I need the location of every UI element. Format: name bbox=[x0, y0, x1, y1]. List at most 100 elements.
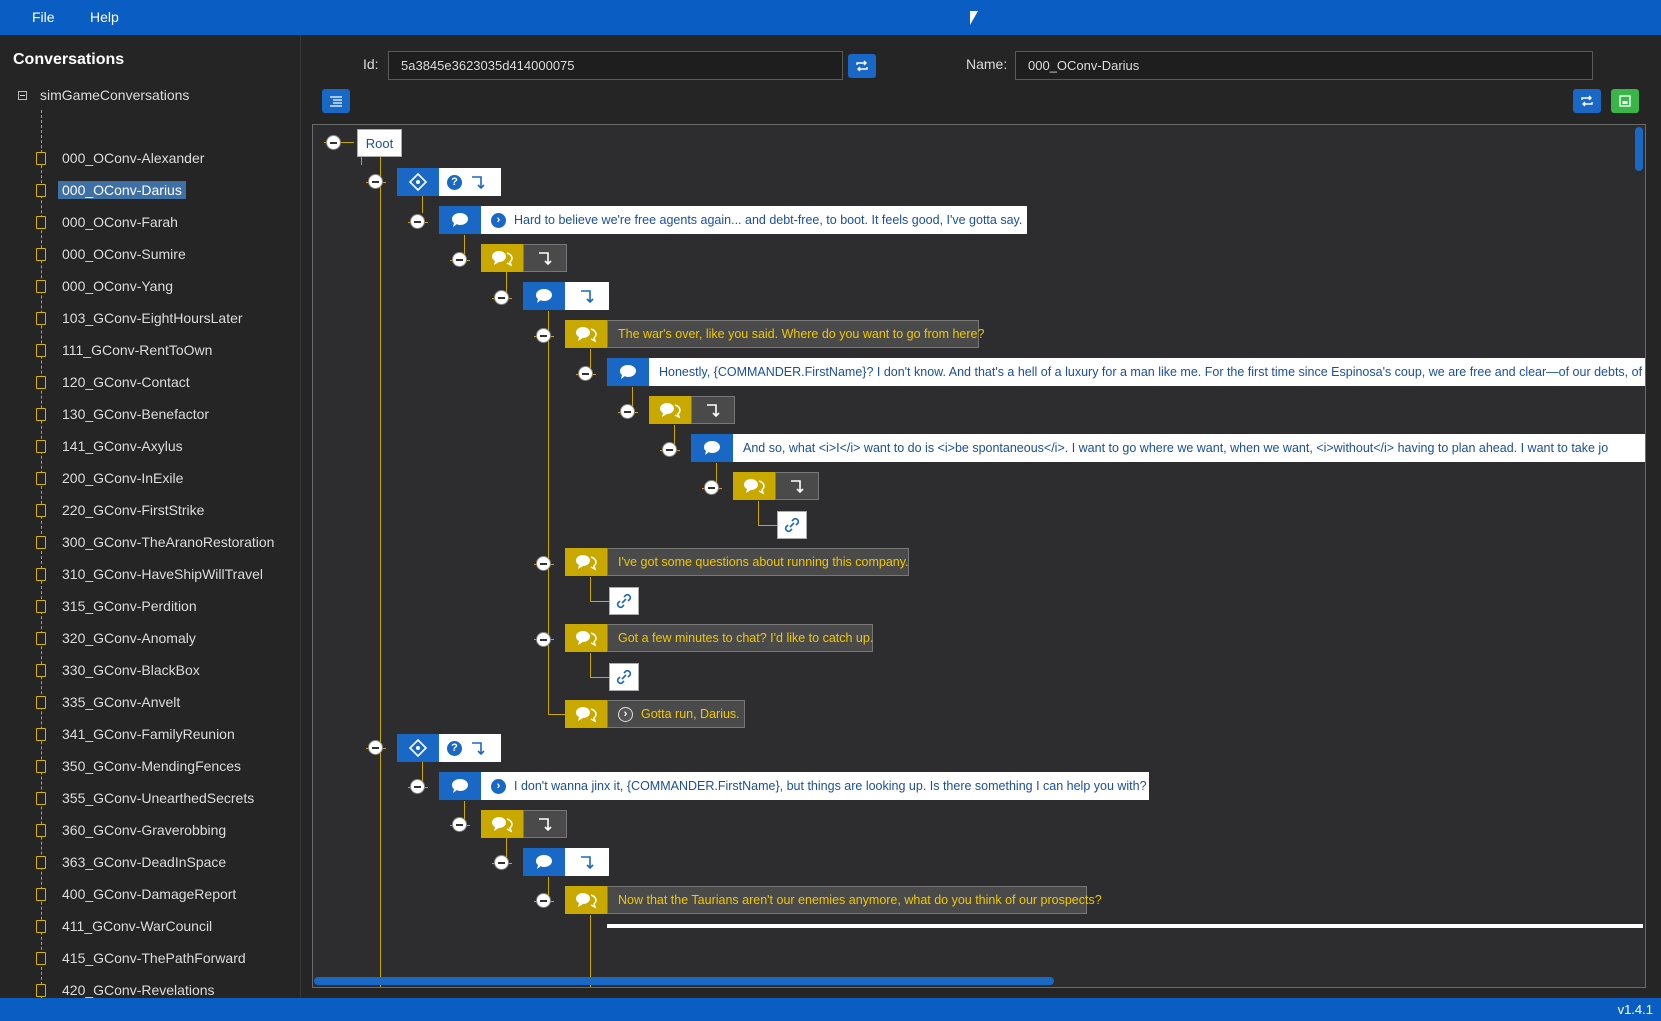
menu-help[interactable]: Help bbox=[90, 9, 119, 25]
sidebar-item-label: 000_OConv-Darius bbox=[58, 181, 186, 199]
partial-node bbox=[607, 924, 1643, 928]
player-response-group[interactable] bbox=[649, 396, 735, 424]
reload-button[interactable] bbox=[1573, 89, 1601, 113]
sidebar-item[interactable]: 000_OConv-Sumire bbox=[36, 243, 190, 265]
sidebar-item[interactable]: 400_GConv-DamageReport bbox=[36, 883, 240, 905]
refresh-icon bbox=[856, 60, 868, 72]
collapse-toggle[interactable] bbox=[536, 328, 551, 343]
sidebar-item[interactable]: 335_GConv-Anvelt bbox=[36, 691, 184, 713]
file-icon bbox=[36, 855, 46, 869]
sidebar-item[interactable]: 420_GConv-Revelations bbox=[36, 979, 219, 998]
sidebar-item[interactable]: 330_GConv-BlackBox bbox=[36, 659, 204, 681]
sidebar-item[interactable]: 111_GConv-RentToOwn bbox=[36, 339, 216, 361]
npc-dialogue-node[interactable]: And so, what <i>I</i> want to do is <i>b… bbox=[691, 434, 1645, 462]
collapse-toggle[interactable] bbox=[704, 480, 719, 495]
sidebar-item[interactable]: 130_GConv-Benefactor bbox=[36, 403, 213, 425]
sidebar-item[interactable]: 000_OConv-Darius bbox=[36, 179, 186, 201]
file-icon bbox=[36, 951, 46, 965]
sidebar-item[interactable]: 341_GConv-FamilyReunion bbox=[36, 723, 239, 745]
collapse-toggle[interactable] bbox=[452, 252, 467, 267]
file-icon bbox=[36, 983, 46, 997]
sidebar-item[interactable]: 363_GConv-DeadInSpace bbox=[36, 851, 230, 873]
sidebar-item[interactable]: 141_GConv-Axylus bbox=[36, 435, 187, 457]
save-button[interactable] bbox=[1611, 89, 1639, 113]
sidebar-item[interactable]: 320_GConv-Anomaly bbox=[36, 627, 200, 649]
tree-root-node[interactable]: simGameConversations bbox=[18, 85, 189, 105]
player-response-node[interactable]: Now that the Taurians aren't our enemies… bbox=[565, 886, 1102, 914]
npc-dialogue-node[interactable]: › Hard to believe we're free agents agai… bbox=[439, 206, 1027, 234]
npc-dialogue-node[interactable]: › I don't wanna jinx it, {COMMANDER.Firs… bbox=[439, 772, 1149, 800]
sidebar-item[interactable]: 220_GConv-FirstStrike bbox=[36, 499, 208, 521]
chain-link-icon bbox=[616, 593, 632, 609]
horizontal-scroll-thumb[interactable] bbox=[314, 977, 1054, 985]
file-icon bbox=[36, 567, 46, 581]
play-icon: › bbox=[491, 212, 506, 228]
file-icon bbox=[36, 791, 46, 805]
sidebar-item-label: 415_GConv-ThePathForward bbox=[62, 950, 246, 966]
menu-file[interactable]: File bbox=[32, 9, 55, 25]
list-view-button[interactable] bbox=[322, 89, 350, 113]
npc-line-text: And so, what <i>I</i> want to do is <i>b… bbox=[733, 434, 1645, 462]
condition-node[interactable]: ? bbox=[397, 168, 501, 196]
link-arrow-icon bbox=[472, 742, 485, 756]
collapse-toggle[interactable] bbox=[368, 174, 383, 189]
collapse-toggle[interactable] bbox=[494, 290, 509, 305]
player-response-group[interactable] bbox=[733, 472, 819, 500]
status-bar: v1.4.1 bbox=[0, 998, 1661, 1021]
collapse-toggle[interactable] bbox=[410, 779, 425, 794]
player-response-node[interactable]: I've got some questions about running th… bbox=[565, 548, 909, 576]
id-field[interactable]: 5a3845e3623035d414000075 bbox=[388, 51, 843, 80]
sidebar-item-label: 315_GConv-Perdition bbox=[62, 598, 197, 614]
player-response-node[interactable]: The war's over, like you said. Where do … bbox=[565, 320, 984, 348]
name-field[interactable]: 000_OConv-Darius bbox=[1015, 51, 1593, 80]
npc-dialogue-node[interactable] bbox=[523, 282, 609, 310]
sidebar-item[interactable]: 000_OConv-Yang bbox=[36, 275, 177, 297]
collapse-toggle[interactable] bbox=[620, 404, 635, 419]
sidebar-item[interactable]: 103_GConv-EightHoursLater bbox=[36, 307, 247, 329]
collapse-toggle[interactable] bbox=[536, 632, 551, 647]
sidebar-item-label: 130_GConv-Benefactor bbox=[62, 406, 210, 422]
regenerate-id-button[interactable] bbox=[848, 54, 876, 78]
vertical-scrollbar[interactable] bbox=[1635, 127, 1643, 171]
sidebar-item[interactable]: 120_GConv-Contact bbox=[36, 371, 194, 393]
player-response-node[interactable]: Got a few minutes to chat? I'd like to c… bbox=[565, 624, 873, 652]
horizontal-scrollbar[interactable] bbox=[314, 977, 1644, 985]
conversation-tree[interactable]: Root ? › Hard to believe we're free agen… bbox=[312, 124, 1646, 988]
collapse-toggle[interactable] bbox=[578, 366, 593, 381]
player-response-node[interactable]: › Gotta run, Darius. bbox=[565, 700, 745, 728]
npc-dialogue-text: › Hard to believe we're free agents agai… bbox=[481, 206, 1027, 234]
root-node[interactable]: Root bbox=[357, 129, 402, 157]
link-node[interactable] bbox=[609, 587, 639, 615]
npc-dialogue-node[interactable] bbox=[523, 848, 609, 876]
condition-node[interactable]: ? bbox=[397, 734, 501, 762]
sidebar-item[interactable]: 000_OConv-Alexander bbox=[36, 147, 208, 169]
sidebar-item[interactable]: 200_GConv-InExile bbox=[36, 467, 187, 489]
link-node[interactable] bbox=[609, 663, 639, 691]
sidebar-item[interactable]: 350_GConv-MendingFences bbox=[36, 755, 245, 777]
collapse-toggle[interactable] bbox=[494, 855, 509, 870]
collapse-icon[interactable] bbox=[18, 90, 27, 100]
file-icon bbox=[36, 343, 46, 357]
sidebar-item[interactable]: 360_GConv-Graverobbing bbox=[36, 819, 230, 841]
file-icon bbox=[36, 503, 46, 517]
sidebar-item[interactable]: 315_GConv-Perdition bbox=[36, 595, 201, 617]
sidebar-item[interactable]: 310_GConv-HaveShipWillTravel bbox=[36, 563, 267, 585]
collapse-toggle[interactable] bbox=[410, 214, 425, 229]
sidebar-item[interactable]: 355_GConv-UnearthedSecrets bbox=[36, 787, 258, 809]
sidebar-item-label: 000_OConv-Farah bbox=[62, 214, 178, 230]
player-response-group[interactable] bbox=[481, 244, 567, 272]
sidebar-item-label: 220_GConv-FirstStrike bbox=[62, 502, 205, 518]
collapse-toggle[interactable] bbox=[536, 556, 551, 571]
link-node[interactable] bbox=[777, 511, 807, 539]
collapse-toggle[interactable] bbox=[662, 442, 677, 457]
npc-dialogue-node[interactable]: Honestly, {COMMANDER.FirstName}? I don't… bbox=[607, 358, 1645, 386]
collapse-toggle[interactable] bbox=[536, 893, 551, 908]
collapse-toggle[interactable] bbox=[452, 817, 467, 832]
player-response-group[interactable] bbox=[481, 810, 567, 838]
collapse-toggle[interactable] bbox=[368, 740, 383, 755]
sidebar-item[interactable]: 415_GConv-ThePathForward bbox=[36, 947, 250, 969]
collapse-toggle[interactable] bbox=[326, 135, 341, 150]
sidebar-item[interactable]: 000_OConv-Farah bbox=[36, 211, 182, 233]
sidebar-item[interactable]: 411_GConv-WarCouncil bbox=[36, 915, 216, 937]
sidebar-item[interactable]: 300_GConv-TheAranoRestoration bbox=[36, 531, 278, 553]
